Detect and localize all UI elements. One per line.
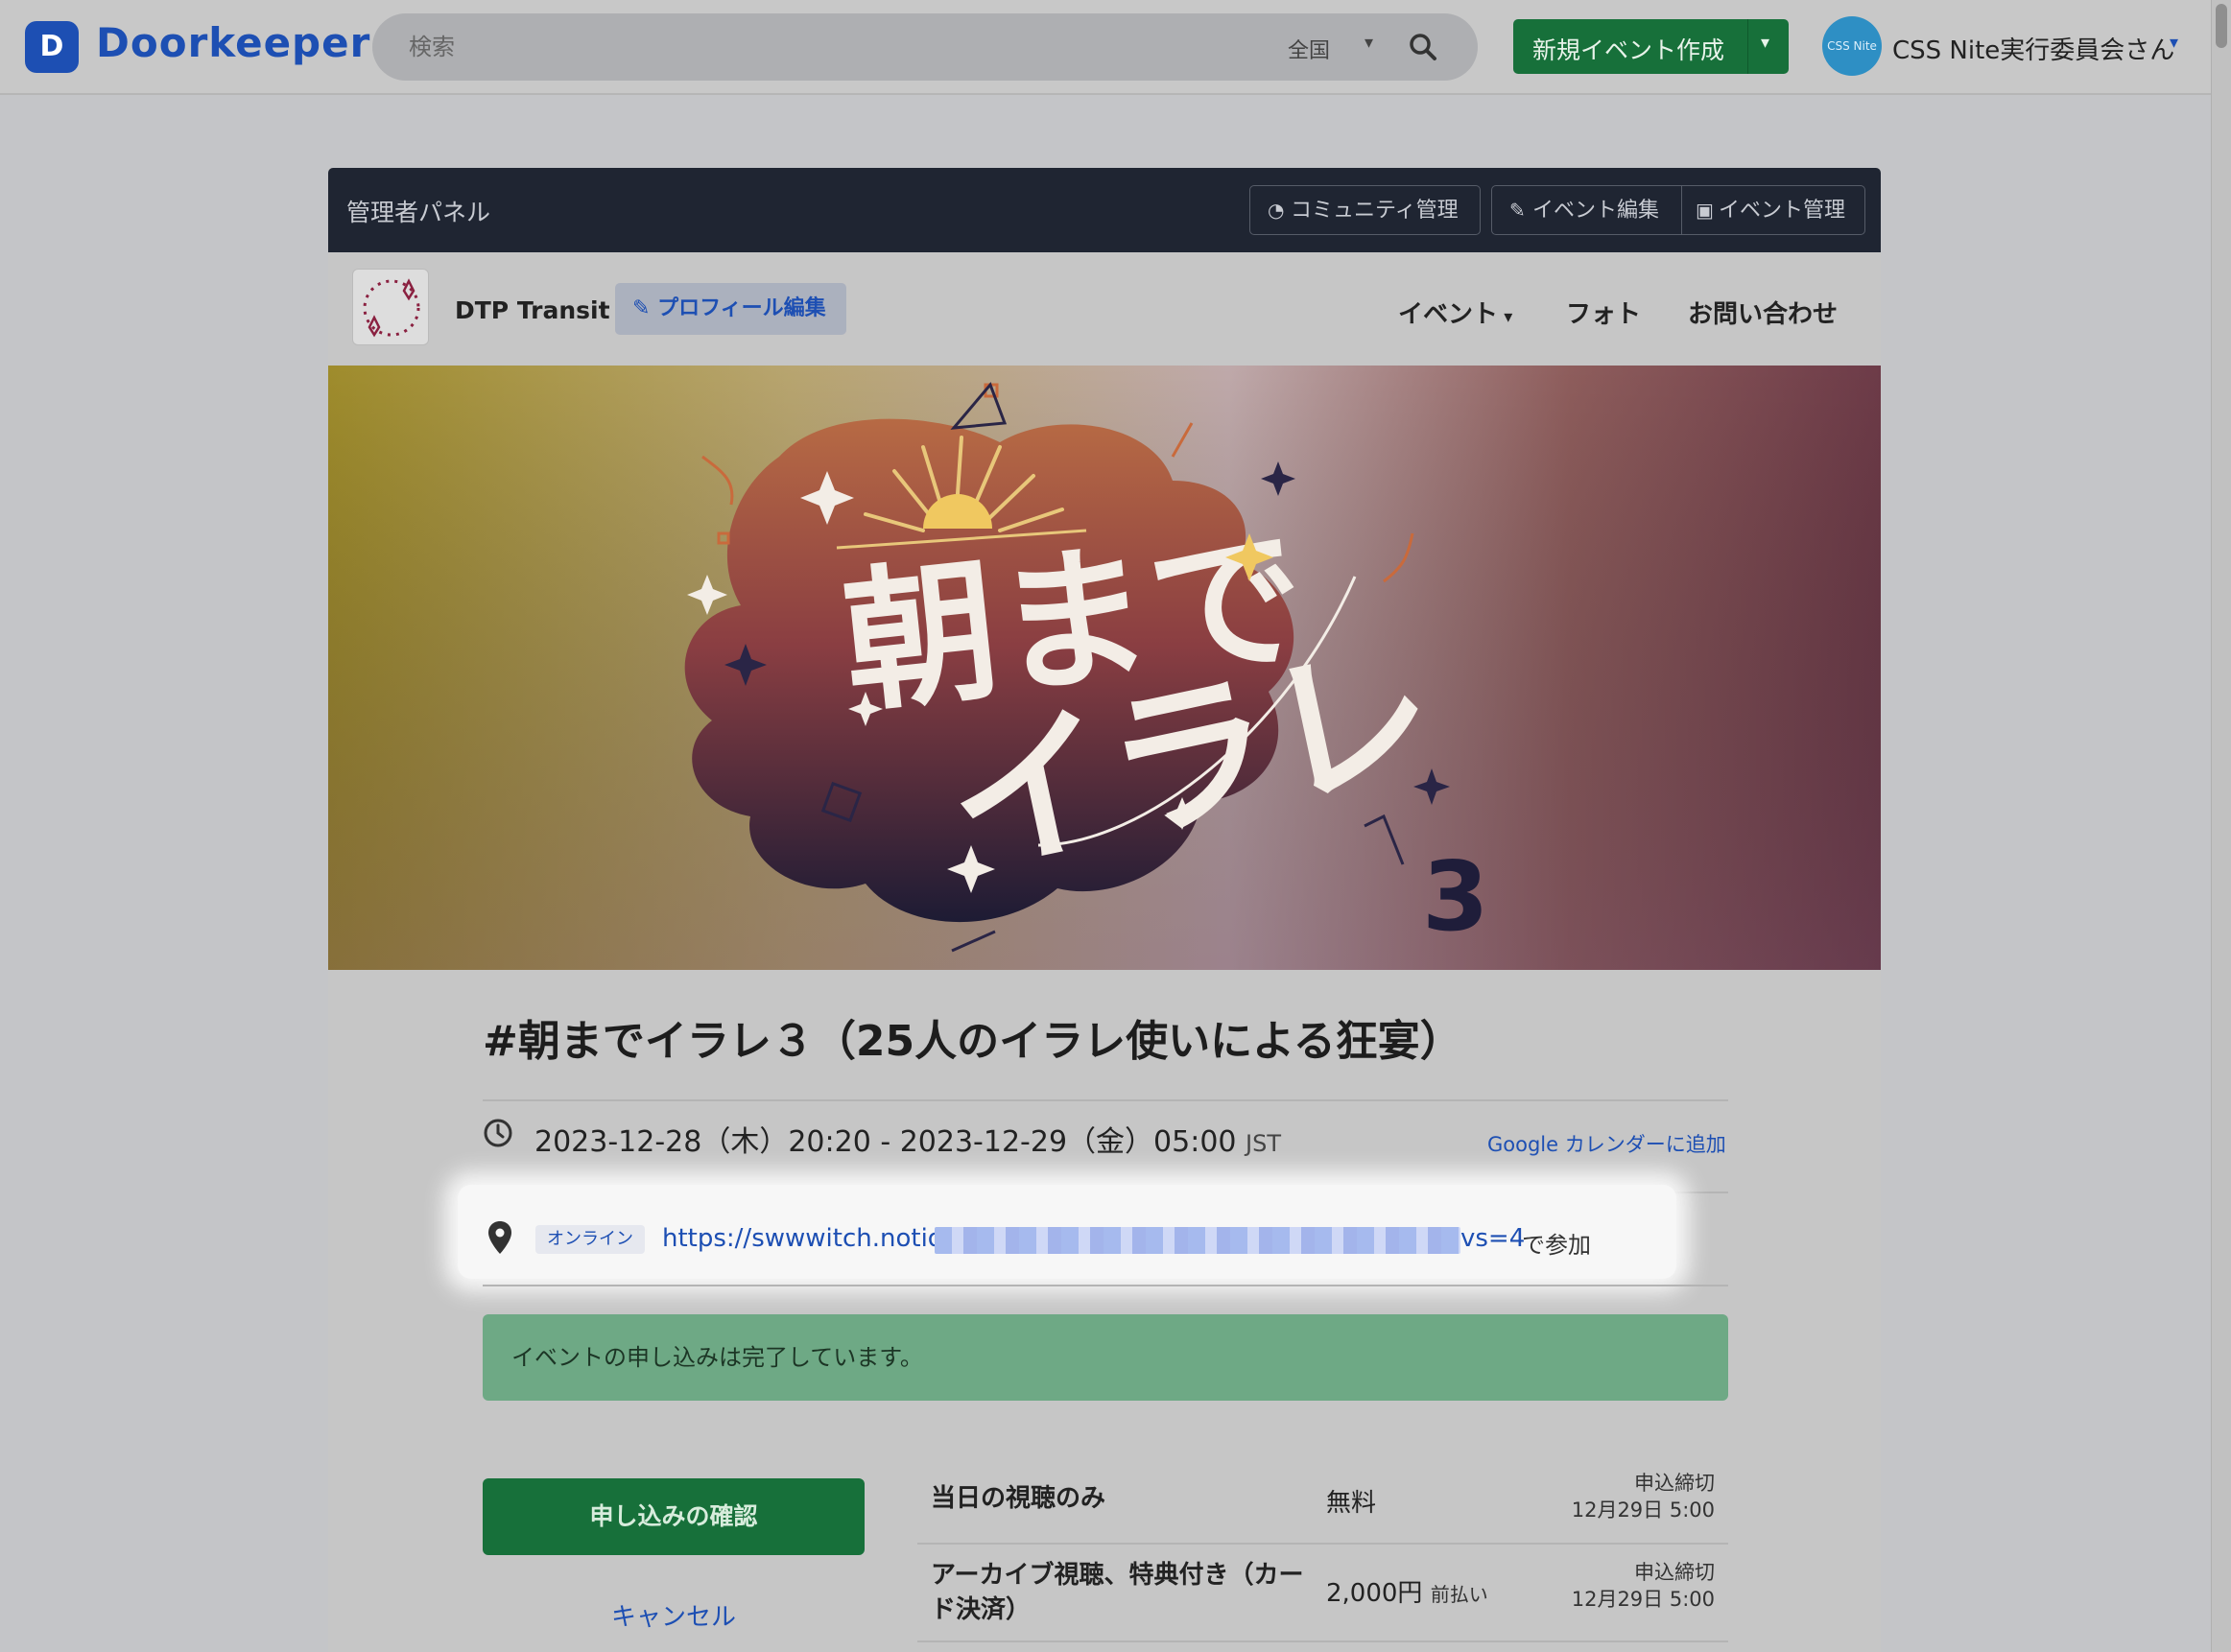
edit-icon: ✎	[1509, 199, 1526, 222]
online-link-end[interactable]: vs=4	[1460, 1224, 1525, 1253]
scrollbar[interactable]	[2211, 0, 2231, 1652]
deadline-value: 12月29日 5:00	[1571, 1499, 1715, 1522]
ticket-name: アーカイブ視聴、特典付き（カード決済）	[931, 1561, 1304, 1624]
map-pin-icon	[488, 1221, 511, 1254]
dashboard-icon: ◔	[1268, 199, 1285, 222]
community-name[interactable]: DTP Transit	[455, 296, 610, 324]
community-manage-button[interactable]: ◔ コミュニティ管理	[1249, 185, 1481, 235]
doorkeeper-logo-text[interactable]: Doorkeeper	[96, 19, 370, 66]
event-edit-label: イベント編集	[1532, 199, 1660, 223]
online-link[interactable]: https://swwwitch.notion.	[662, 1224, 966, 1253]
community-logo[interactable]	[352, 269, 429, 345]
profile-edit-button[interactable]: ✎ プロフィール編集	[615, 283, 846, 335]
profile-edit-label: プロフィール編集	[657, 296, 826, 320]
datetime-range: 2023-12-28（木）20:20 - 2023-12-29（金）05:00	[534, 1125, 1237, 1159]
edit-icon: ✎	[632, 296, 658, 320]
event-edit-button[interactable]: ✎ イベント編集	[1491, 185, 1682, 235]
user-avatar[interactable]: CSS Nite	[1822, 16, 1882, 76]
split-divider	[1747, 19, 1748, 74]
google-calendar-link[interactable]: Google カレンダーに追加	[1487, 1129, 1726, 1158]
event-manage-label: イベント管理	[1719, 199, 1846, 223]
event-banner-image: 朝まで イラレ 3	[328, 366, 1881, 970]
region-caret-icon[interactable]: ▾	[1365, 33, 1373, 53]
ticket-price-value: 無料	[1326, 1489, 1377, 1518]
ticket-payment: 前払い	[1430, 1583, 1488, 1606]
admin-panel: 管理者パネル ◔ コミュニティ管理 ✎ イベント編集 ▣ イベント管理	[328, 168, 1881, 252]
divider	[483, 1099, 1728, 1101]
banner-number: 3	[1422, 840, 1489, 953]
divider	[483, 1285, 1728, 1286]
community-nav-events[interactable]: イベント ▾	[1398, 295, 1512, 330]
nav-events-label: イベント	[1398, 300, 1499, 329]
community-nav-contact[interactable]: お問い合わせ	[1688, 295, 1838, 330]
deadline-label: 申込締切	[1634, 1472, 1715, 1495]
admin-panel-title: 管理者パネル	[346, 199, 491, 226]
divider	[917, 1640, 1728, 1642]
region-select[interactable]: 全国	[1288, 34, 1330, 64]
ticket-deadline: 申込締切 12月29日 5:00	[1572, 1470, 1715, 1523]
event-title: #朝までイラレ３（25人のイラレ使いによる狂宴）	[483, 1017, 1462, 1066]
search-input[interactable]	[409, 28, 1272, 66]
event-manage-button[interactable]: ▣ イベント管理	[1681, 185, 1865, 235]
new-event-label: 新規イベント作成	[1532, 36, 1725, 64]
pen-tool-logo-icon	[363, 278, 420, 338]
chevron-down-icon: ▾	[1498, 307, 1513, 327]
confirm-registration-button[interactable]: 申し込みの確認	[483, 1478, 865, 1555]
deadline-label: 申込締切	[1634, 1561, 1715, 1584]
ticket-price-value: 2,000円	[1326, 1579, 1423, 1608]
scrollbar-thumb[interactable]	[2216, 4, 2227, 48]
calendar-icon: ▣	[1696, 199, 1714, 222]
ticket-deadline: 申込締切 12月29日 5:00	[1572, 1559, 1715, 1613]
new-event-caret-icon[interactable]: ▾	[1761, 33, 1769, 53]
join-suffix: で参加	[1522, 1232, 1591, 1259]
table-row: アーカイブ視聴、特典付き（カード決済） 2,000円 前払い 申込締切 12月2…	[917, 1545, 1728, 1640]
online-badge: オンライン	[535, 1225, 645, 1254]
registration-complete-alert: イベントの申し込みは完了しています。	[483, 1314, 1728, 1401]
search-bar: 全国 ▾	[372, 13, 1478, 81]
community-nav-photos[interactable]: フォト	[1566, 295, 1641, 330]
table-row: 当日の視聴のみ 無料 申込締切 12月29日 5:00	[917, 1458, 1728, 1543]
doorkeeper-logo-icon[interactable]: D	[25, 21, 79, 73]
deadline-value: 12月29日 5:00	[1571, 1588, 1715, 1611]
ticket-price: 無料	[1326, 1483, 1376, 1519]
search-icon[interactable]	[1405, 29, 1441, 65]
top-navbar: D Doorkeeper 全国 ▾ 新規イベント作成 ▾ CSS Nite CS…	[0, 0, 2211, 95]
event-datetime: 2023-12-28（木）20:20 - 2023-12-29（金）05:00 …	[534, 1118, 1281, 1160]
timezone-label: JST	[1246, 1130, 1282, 1157]
cancel-link[interactable]: キャンセル	[483, 1597, 865, 1633]
community-manage-label: コミュニティ管理	[1291, 199, 1459, 223]
ticket-name: 当日の視聴のみ	[931, 1484, 1106, 1513]
clock-icon	[484, 1119, 512, 1147]
user-menu[interactable]: CSS Nite実行委員会さん	[1892, 31, 2174, 66]
new-event-button[interactable]: 新規イベント作成 ▾	[1513, 19, 1789, 74]
redacted-url[interactable]	[935, 1227, 1460, 1254]
ticket-price: 2,000円 前払い	[1326, 1573, 1488, 1609]
community-header: DTP Transit ✎ プロフィール編集 イベント ▾ フォト お問い合わせ	[328, 252, 1881, 366]
user-caret-icon[interactable]: ▾	[2170, 33, 2178, 53]
event-card: 管理者パネル ◔ コミュニティ管理 ✎ イベント編集 ▣ イベント管理 DTP Tra…	[328, 168, 1881, 1652]
banner-illustration: 朝まで イラレ 3	[328, 366, 1881, 970]
